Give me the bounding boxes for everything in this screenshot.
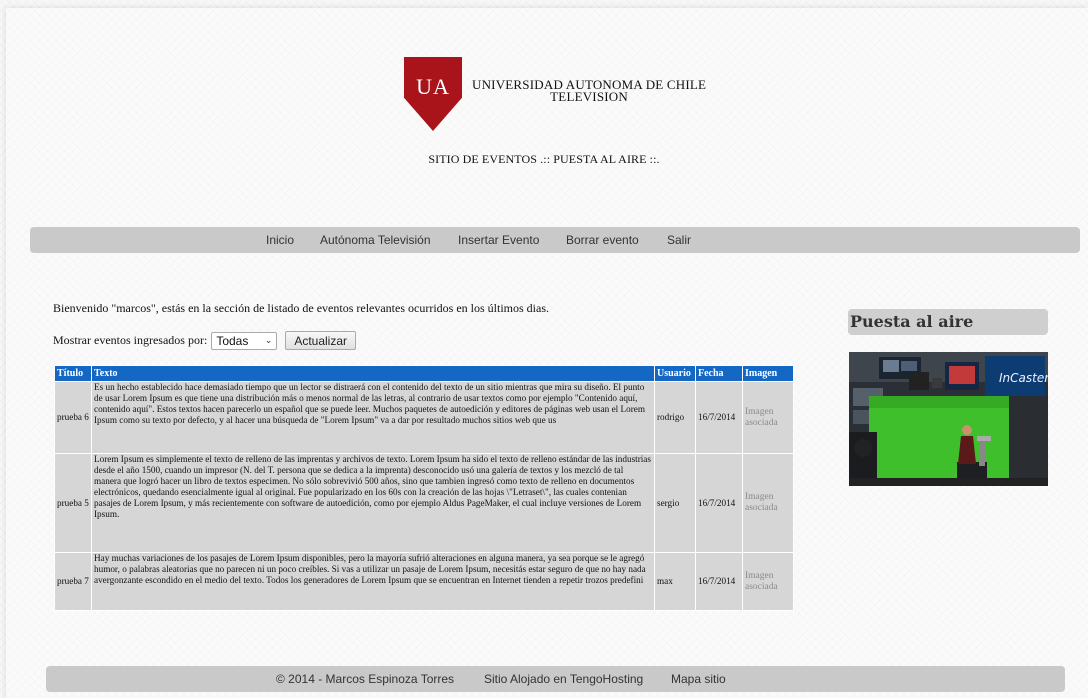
update-button[interactable]: Actualizar: [285, 331, 356, 350]
nav-item-salir[interactable]: Salir: [667, 233, 691, 247]
column-header-fecha: Fecha: [696, 366, 742, 381]
university-name-line2: TELEVISION: [550, 89, 628, 104]
column-header-imagen: Imagen: [743, 366, 793, 381]
image-link[interactable]: Imagen asociada: [743, 454, 793, 552]
studio-photo-illustration: InCaster: [849, 352, 1048, 486]
cell-texto: Hay muchas variaciones de los pasajes de…: [92, 553, 654, 610]
footer-copyright: © 2014 - Marcos Espinoza Torres: [276, 672, 455, 686]
main-nav: Inicio Autónoma Televisión Insertar Even…: [30, 227, 1080, 253]
filter-selected-value: Todas: [216, 333, 249, 348]
cell-titulo: prueba 5: [55, 454, 91, 552]
column-header-usuario: Usuario: [655, 366, 695, 381]
site-title: SITIO DE EVENTOS .:: PUESTA AL AIRE ::.: [428, 152, 660, 166]
cell-fecha: 16/7/2014: [696, 454, 742, 552]
nav-item-inicio[interactable]: Inicio: [266, 233, 294, 247]
table-header-row: Título Texto Usuario Fecha Imagen: [55, 366, 793, 381]
cell-usuario: max: [655, 553, 695, 610]
cell-titulo: prueba 7: [55, 553, 91, 610]
image-link[interactable]: Imagen asociada: [743, 553, 793, 610]
cell-texto: Es un hecho establecido hace demasiado t…: [92, 382, 654, 453]
cell-usuario: sergio: [655, 454, 695, 552]
footer-sitemap-link[interactable]: Mapa sitio: [671, 672, 726, 686]
table-row: prueba 7 Hay muchas variaciones de los p…: [55, 553, 793, 610]
studio-photo: InCaster: [849, 352, 1048, 486]
cell-texto: Lorem Ipsum es simplemente el texto de r…: [92, 454, 654, 552]
cell-usuario: rodrigo: [655, 382, 695, 453]
university-name: UNIVERSIDAD AUTONOMA DE CHILE TELEVISION: [472, 78, 706, 104]
user-filter-select[interactable]: Todas ⌄: [211, 331, 278, 350]
cell-fecha: 16/7/2014: [696, 382, 742, 453]
cell-titulo: prueba 6: [55, 382, 91, 453]
site-footer: © 2014 - Marcos Espinoza Torres Sitio Al…: [46, 666, 1065, 692]
filter-row: Mostrar eventos ingresados por: Todas ⌄ …: [53, 331, 356, 350]
university-logo[interactable]: UA UNIVERSIDAD AUTONOMA DE CHILE TELEVIS…: [404, 57, 706, 131]
cell-fecha: 16/7/2014: [696, 553, 742, 610]
events-table: Título Texto Usuario Fecha Imagen prueba…: [54, 365, 794, 611]
sidebar-title: Puesta al aire: [848, 309, 1048, 335]
nav-item-borrar-evento[interactable]: Borrar evento: [566, 233, 639, 247]
chevron-down-icon: ⌄: [264, 335, 273, 345]
column-header-texto: Texto: [92, 366, 654, 381]
welcome-message: Bienvenido "marcos", estás en la sección…: [53, 301, 550, 315]
table-row: prueba 5 Lorem Ipsum es simplemente el t…: [55, 454, 793, 552]
column-header-titulo: Título: [55, 366, 91, 381]
filter-label: Mostrar eventos ingresados por:: [53, 333, 208, 347]
table-row: prueba 6 Es un hecho establecido hace de…: [55, 382, 793, 453]
nav-item-autonoma-television[interactable]: Autónoma Televisión: [320, 233, 431, 247]
nav-item-insertar-evento[interactable]: Insertar Evento: [458, 233, 539, 247]
image-link[interactable]: Imagen asociada: [743, 382, 793, 453]
logo-letters: UA: [416, 74, 450, 99]
footer-hosting-link[interactable]: Sitio Alojado en TengoHosting: [484, 672, 643, 686]
shield-logo-icon: UA: [404, 57, 462, 131]
incaster-sign: InCaster: [999, 371, 1048, 385]
